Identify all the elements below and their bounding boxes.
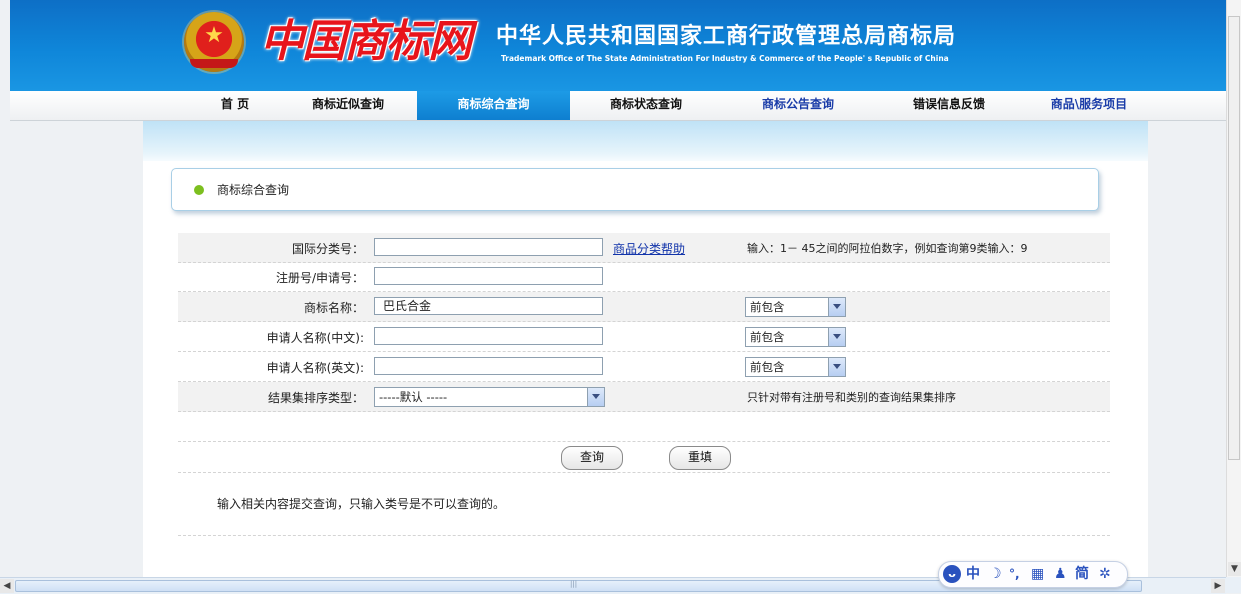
applicant-cn-label: 申请人名称(中文): [266, 331, 364, 345]
site-title-cn: 中华人民共和国国家工商行政管理总局商标局 [496, 24, 957, 49]
applicant-cn-match-value: 前包含 [750, 330, 785, 344]
tm-name-match-select[interactable]: 前包含 [745, 297, 846, 317]
nav-error-feedback[interactable]: 错误信息反馈 [889, 91, 1009, 120]
scroll-right-arrow-icon[interactable]: ▶ [1211, 579, 1225, 593]
form-row-applicant-en: 申请人名称(英文): 前包含 [178, 352, 1110, 382]
form-row-reg-no: 注册号/申请号： [178, 262, 1110, 292]
site-title-en: Trademark Office of The State Administra… [501, 54, 949, 63]
national-emblem-icon: ★ [184, 12, 244, 72]
tm-name-match-value: 前包含 [750, 300, 785, 314]
moon-icon[interactable]: ☽ [989, 565, 1002, 583]
reset-button[interactable]: 重填 [669, 446, 731, 470]
nav-comprehensive-search[interactable]: 商标综合查询 [417, 91, 570, 120]
class-help-link[interactable]: 商品分类帮助 [613, 240, 685, 257]
reg-no-input[interactable] [374, 267, 603, 285]
tm-name-label: 商标名称： [303, 301, 364, 315]
user-icon[interactable]: ♟ [1054, 565, 1067, 583]
punctuation-icon[interactable]: °, [1009, 565, 1020, 583]
nav-gazette-search[interactable]: 商标公告查询 [738, 91, 858, 120]
applicant-cn-input[interactable] [374, 327, 603, 345]
form-row-applicant-cn: 申请人名称(中文): 前包含 [178, 322, 1110, 352]
panel-title-box: 商标综合查询 [171, 168, 1099, 211]
sort-type-select[interactable]: -----默认 ----- [374, 387, 605, 407]
ime-toolbar[interactable]: ᴗ 中 ☽ °, ▦ ♟ 简 ✲ [938, 561, 1128, 588]
ime-logo-icon[interactable]: ᴗ [943, 565, 961, 583]
nav-status-search[interactable]: 商标状态查询 [586, 91, 706, 120]
nav-goods-services[interactable]: 商品\服务项目 [1034, 91, 1144, 120]
site-logo[interactable]: 中国商标网 [260, 10, 472, 74]
applicant-en-input[interactable] [374, 357, 603, 375]
applicant-cn-match-select[interactable]: 前包含 [745, 327, 846, 347]
nav-similar-search[interactable]: 商标近似查询 [288, 91, 408, 120]
reg-no-label: 注册号/申请号： [275, 271, 364, 285]
applicant-en-match-value: 前包含 [750, 360, 785, 374]
vertical-scroll-thumb[interactable] [1228, 16, 1240, 460]
sort-type-value: -----默认 ----- [379, 390, 448, 404]
form-row-sort-type: 结果集排序类型： -----默认 ----- 只针对带有注册号和类别的查询结果集… [178, 382, 1110, 412]
form-row-tm-name: 商标名称： 巴氏合金 前包含 [178, 292, 1110, 322]
chevron-down-icon[interactable] [828, 358, 845, 376]
tm-name-input[interactable]: 巴氏合金 [374, 297, 603, 315]
ime-lang-toggle[interactable]: 中 [966, 565, 980, 583]
keyboard-icon[interactable]: ▦ [1031, 565, 1044, 583]
query-button[interactable]: 查询 [561, 446, 623, 470]
site-header: ★ 中国商标网 中华人民共和国国家工商行政管理总局商标局 Trademark O… [10, 0, 1226, 91]
applicant-en-label: 申请人名称(英文): [266, 361, 364, 375]
chevron-down-icon[interactable] [828, 298, 845, 316]
form-row-intl-class: 国际分类号： 商品分类帮助 输入：1－ 45之间的阿拉伯数字，例如查询第9类输入… [178, 233, 1110, 263]
chevron-down-icon[interactable] [828, 328, 845, 346]
intl-class-input[interactable] [374, 238, 603, 256]
nav-home[interactable]: 首 页 [205, 91, 265, 120]
bullet-dot-icon [194, 185, 204, 195]
vertical-scrollbar[interactable]: ▼ [1226, 0, 1241, 577]
divider [178, 535, 1110, 536]
ime-mode-toggle[interactable]: 简 [1075, 565, 1089, 583]
applicant-en-match-select[interactable]: 前包含 [745, 357, 846, 377]
sort-type-hint: 只针对带有注册号和类别的查询结果集排序 [747, 391, 956, 404]
content-band [143, 121, 1148, 161]
panel-title: 商标综合查询 [217, 183, 290, 197]
query-note: 输入相关内容提交查询，只输入类号是不可以查询的。 [217, 497, 506, 511]
intl-class-label: 国际分类号： [291, 242, 364, 256]
sort-type-label: 结果集排序类型： [267, 391, 364, 405]
main-nav: 首 页 商标近似查询 商标综合查询 商标状态查询 商标公告查询 错误信息反馈 商… [10, 91, 1226, 121]
scroll-grip-icon: ||| [570, 580, 578, 588]
scroll-left-arrow-icon[interactable]: ◀ [0, 579, 14, 593]
scroll-down-arrow-icon[interactable]: ▼ [1228, 562, 1241, 576]
button-row: 查询 重填 [178, 441, 1110, 473]
scroll-corner [1226, 577, 1241, 593]
intl-class-hint: 输入：1－ 45之间的阿拉伯数字，例如查询第9类输入：9 [747, 242, 1028, 255]
gear-icon[interactable]: ✲ [1099, 565, 1111, 583]
chevron-down-icon[interactable] [587, 388, 604, 406]
